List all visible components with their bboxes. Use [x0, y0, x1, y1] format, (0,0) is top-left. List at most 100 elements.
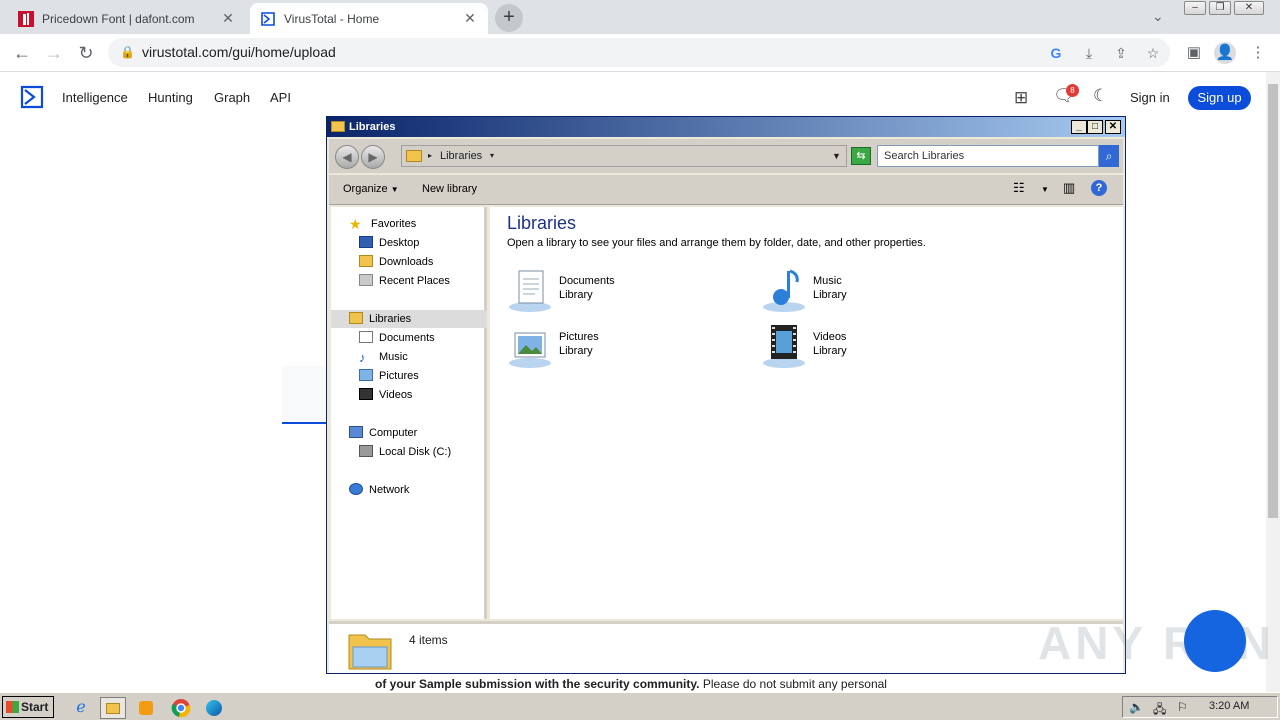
explorer-window: Libraries _ □ ✕ ◀ ▶ ▸ Libraries ▾ ▼ ⇆ Se…	[326, 116, 1126, 674]
close-tab-icon[interactable]: ✕	[462, 10, 478, 27]
breadcrumb-arrow-icon[interactable]: ▸	[428, 146, 432, 166]
tree-pictures[interactable]: Pictures	[359, 367, 419, 385]
tree-music[interactable]: ♪ Music	[359, 348, 408, 366]
windows-taskbar: Start ℯ 🔈 🖧 ⚐ 3:20 AM	[0, 692, 1280, 720]
bookmark-star-icon[interactable]: ☆	[1145, 45, 1161, 62]
close-window-button[interactable]: ✕	[1234, 1, 1264, 15]
refresh-icon[interactable]: ⇆	[851, 147, 871, 165]
network-icon	[349, 483, 363, 495]
tab-title: Pricedown Font | dafont.com	[42, 11, 195, 26]
library-videos[interactable]: Videos Library	[761, 323, 981, 371]
volume-icon[interactable]: 🔈	[1129, 700, 1144, 714]
library-documents[interactable]: Documents Library	[507, 267, 727, 315]
menu-kebab-icon[interactable]: ⋮	[1247, 42, 1269, 64]
restore-window-button[interactable]: ❐	[1209, 1, 1231, 15]
tree-local-disk[interactable]: Local Disk (C:)	[359, 443, 451, 461]
breadcrumb-libraries[interactable]: Libraries	[440, 146, 482, 166]
system-tray: 🔈 🖧 ⚐ 3:20 AM	[1122, 696, 1278, 718]
explorer-navigation-bar: ◀ ▶ ▸ Libraries ▾ ▼ ⇆ Search Libraries ⌕	[329, 139, 1123, 173]
clock[interactable]: 3:20 AM	[1209, 700, 1249, 712]
side-panel-icon[interactable]: ▣	[1183, 42, 1205, 64]
url-text: virustotal.com/gui/home/upload	[142, 44, 336, 60]
back-arrow-icon[interactable]: ←	[10, 41, 34, 65]
pictures-library-icon	[509, 332, 551, 368]
start-button[interactable]: Start	[2, 696, 54, 718]
profile-avatar-icon[interactable]: 👤	[1214, 42, 1236, 64]
new-library-button[interactable]: New library	[422, 183, 477, 195]
help-icon[interactable]: ?	[1091, 180, 1107, 196]
close-button[interactable]: ✕	[1105, 120, 1121, 134]
browser-tab-strip: Pricedown Font | dafont.com ✕ VirusTotal…	[0, 0, 1280, 34]
tree-videos[interactable]: Videos	[359, 386, 412, 404]
explorer-taskbar-button[interactable]	[100, 697, 126, 719]
address-dropdown-icon[interactable]: ▼	[832, 146, 841, 166]
videos-library-icon	[763, 325, 805, 368]
view-options-chevron-icon[interactable]: ▼	[1041, 185, 1049, 194]
navigation-pane: ★ Favorites Desktop Downloads Recent Plac…	[331, 207, 487, 619]
reload-icon[interactable]: ↻	[74, 41, 98, 65]
tree-network[interactable]: Network	[349, 481, 409, 499]
anyrun-logo-icon	[1184, 610, 1246, 672]
close-tab-icon[interactable]: ✕	[220, 10, 236, 27]
apps-grid-icon[interactable]: ⊞	[1014, 88, 1028, 108]
breadcrumb-chevron-icon[interactable]: ▾	[490, 146, 494, 166]
libraries-icon	[349, 312, 363, 324]
forward-button[interactable]: ▶	[361, 145, 385, 169]
virustotal-logo-icon[interactable]	[20, 85, 44, 109]
downloads-icon	[359, 255, 373, 267]
dafont-favicon-icon	[18, 10, 34, 27]
minimize-button[interactable]: _	[1071, 120, 1087, 134]
tree-favorites[interactable]: ★ Favorites	[349, 215, 416, 233]
edge-icon[interactable]	[202, 697, 228, 719]
organize-menu[interactable]: Organize ▼	[343, 183, 399, 195]
maximize-button[interactable]: □	[1087, 120, 1103, 134]
recent-places-icon	[359, 274, 373, 286]
nav-intelligence[interactable]: Intelligence	[62, 90, 128, 105]
forward-arrow-icon[interactable]: →	[42, 41, 66, 65]
tree-libraries[interactable]: Libraries	[331, 310, 487, 328]
share-icon[interactable]: ⇪	[1113, 45, 1129, 62]
tab-search-chevron-icon[interactable]: ⌄	[1152, 8, 1164, 25]
action-center-flag-icon[interactable]: ⚐	[1177, 700, 1188, 714]
search-libraries-input[interactable]: Search Libraries	[877, 145, 1099, 167]
scrollbar-thumb[interactable]	[1268, 84, 1278, 518]
chrome-icon[interactable]	[168, 697, 194, 719]
explorer-address-bar[interactable]: ▸ Libraries ▾ ▼	[401, 145, 847, 167]
preview-pane-icon[interactable]: ▥	[1063, 180, 1075, 196]
network-tray-icon[interactable]: 🖧	[1153, 700, 1166, 721]
library-music[interactable]: Music Library	[761, 267, 981, 315]
tab-dafont[interactable]: Pricedown Font | dafont.com ✕	[8, 3, 246, 34]
change-view-icon[interactable]: ☷	[1013, 180, 1025, 196]
content-pane: Libraries Open a library to see your fil…	[490, 207, 1123, 619]
nav-api[interactable]: API	[270, 90, 291, 105]
computer-icon	[349, 426, 363, 438]
google-icon[interactable]: G	[1048, 45, 1064, 61]
libraries-large-icon	[348, 634, 392, 670]
tree-computer[interactable]: Computer	[349, 424, 417, 442]
notification-count-badge: 8	[1066, 84, 1079, 97]
library-pictures[interactable]: Pictures Library	[507, 323, 727, 371]
media-player-icon[interactable]	[134, 697, 160, 719]
back-button[interactable]: ◀	[335, 145, 359, 169]
tree-documents[interactable]: Documents	[359, 329, 435, 347]
sign-up-button[interactable]: Sign up	[1188, 86, 1251, 110]
sign-in-link[interactable]: Sign in	[1130, 90, 1170, 105]
window-title: Libraries	[349, 121, 396, 133]
nav-hunting[interactable]: Hunting	[148, 90, 193, 105]
documents-library-icon	[509, 270, 551, 312]
explorer-title-bar[interactable]: Libraries _ □ ✕	[327, 117, 1125, 137]
page-scrollbar[interactable]	[1266, 72, 1280, 692]
dark-mode-moon-icon[interactable]: ☾	[1093, 86, 1108, 106]
tree-desktop[interactable]: Desktop	[359, 234, 419, 252]
nav-graph[interactable]: Graph	[214, 90, 250, 105]
internet-explorer-icon[interactable]: ℯ	[68, 697, 94, 719]
tree-downloads[interactable]: Downloads	[359, 253, 433, 271]
tree-recent-places[interactable]: Recent Places	[359, 272, 450, 290]
new-tab-button[interactable]: +	[495, 4, 523, 32]
install-app-icon[interactable]: ⤓	[1081, 45, 1097, 62]
search-magnifier-icon[interactable]: ⌕	[1099, 145, 1119, 167]
minimize-window-button[interactable]: –	[1184, 1, 1206, 15]
address-bar[interactable]: 🔒 virustotal.com/gui/home/upload G ⤓ ⇪ ☆	[108, 38, 1170, 67]
videos-icon	[359, 388, 373, 400]
tab-virustotal[interactable]: VirusTotal - Home ✕	[250, 3, 488, 34]
